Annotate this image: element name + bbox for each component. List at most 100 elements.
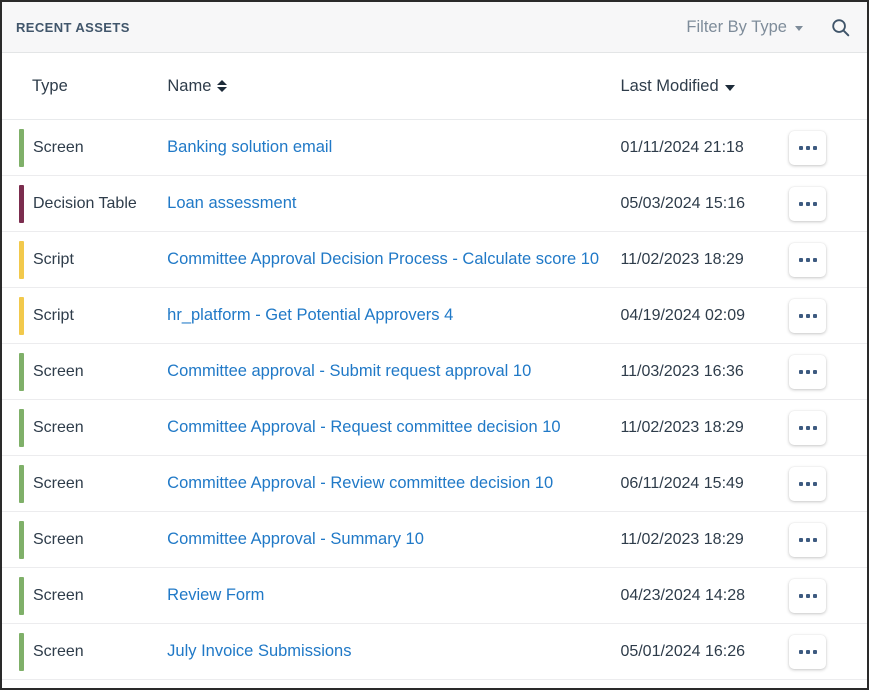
asset-type-color-bar (19, 128, 24, 167)
cell-type: Screen (2, 632, 167, 671)
ellipsis-icon[interactable] (789, 410, 827, 445)
cell-actions (789, 242, 851, 277)
column-header-name[interactable]: Name (167, 77, 620, 96)
table-row[interactable]: Script hr_platform - Get Potential Approv… (2, 288, 867, 344)
recent-assets-card: RECENT ASSETS Filter By Type Type Name L… (0, 0, 869, 690)
asset-type-label: Screen (33, 530, 84, 548)
table-row[interactable]: Screen Review Form 04/23/2024 14:28 (2, 568, 867, 624)
asset-name-link[interactable]: Committee Approval - Summary 10 (167, 530, 424, 548)
cell-last-modified: 11/03/2023 16:36 (620, 362, 744, 380)
asset-type-color-bar (19, 352, 24, 391)
asset-name-link[interactable]: Committee Approval - Review committee de… (167, 474, 553, 492)
ellipsis-icon[interactable] (789, 466, 827, 501)
asset-type-label: Decision Table (33, 194, 137, 212)
asset-type-label: Screen (33, 362, 84, 380)
cell-last-modified: 01/11/2024 21:18 (620, 138, 744, 156)
table-body: Screen Banking solution email 01/11/2024 2… (2, 120, 867, 680)
table-row[interactable]: Screen Committee approval - Submit reques… (2, 344, 867, 400)
column-header-last-modified-label: Last Modified (620, 76, 719, 95)
cell-actions (789, 130, 851, 165)
cell-last-modified: 04/19/2024 02:09 (620, 306, 745, 324)
asset-name-link[interactable]: Committee Approval - Request committee d… (167, 418, 560, 436)
asset-type-label: Screen (33, 138, 84, 156)
cell-last-modified: 11/02/2023 18:29 (620, 418, 744, 436)
asset-type-label: Screen (33, 474, 84, 492)
ellipsis-icon[interactable] (789, 242, 827, 277)
cell-actions (789, 410, 851, 445)
cell-type: Screen (2, 520, 167, 559)
asset-type-color-bar (19, 576, 24, 615)
cell-name: hr_platform - Get Potential Approvers 4 (167, 306, 620, 325)
table-row[interactable]: Screen Committee Approval - Summary 10 11/… (2, 512, 867, 568)
cell-name: Loan assessment (167, 194, 620, 213)
filter-by-type-label: Filter By Type (686, 17, 787, 36)
chevron-down-icon (795, 26, 803, 31)
sort-both-icon (217, 80, 228, 92)
cell-actions (789, 578, 851, 613)
cell-type: Screen (2, 352, 167, 391)
asset-type-label: Screen (33, 642, 84, 660)
asset-type-label: Screen (33, 418, 84, 436)
recent-assets-table: Type Name Last Modified Screen Banking so… (2, 53, 867, 680)
cell-name: Committee approval - Submit request appr… (167, 362, 620, 381)
asset-name-link[interactable]: Committee approval - Submit request appr… (167, 362, 531, 380)
cell-actions (789, 298, 851, 333)
column-header-type-label: Type (32, 76, 68, 95)
cell-name: Committee Approval - Review committee de… (167, 474, 620, 493)
cell-type: Decision Table (2, 184, 167, 223)
asset-name-link[interactable]: Loan assessment (167, 194, 296, 212)
ellipsis-icon[interactable] (789, 298, 827, 333)
cell-name: Banking solution email (167, 138, 620, 157)
cell-type: Script (2, 296, 167, 335)
search-icon[interactable] (829, 16, 851, 38)
cell-type: Screen (2, 128, 167, 167)
cell-actions (789, 522, 851, 557)
table-row[interactable]: Screen Committee Approval - Request commi… (2, 400, 867, 456)
cell-type: Script (2, 240, 167, 279)
cell-last-modified: 11/02/2023 18:29 (620, 250, 744, 268)
sort-descending-icon (724, 85, 735, 91)
cell-last-modified: 05/01/2024 16:26 (620, 642, 745, 660)
cell-name: Committee Approval - Summary 10 (167, 530, 620, 549)
asset-name-link[interactable]: hr_platform - Get Potential Approvers 4 (167, 306, 453, 324)
filter-by-type-dropdown[interactable]: Filter By Type (684, 16, 805, 39)
table-row[interactable]: Screen July Invoice Submissions 05/01/2024… (2, 624, 867, 680)
ellipsis-icon[interactable] (789, 186, 827, 221)
asset-type-label: Screen (33, 586, 84, 604)
asset-type-label: Script (33, 306, 74, 324)
asset-type-color-bar (19, 520, 24, 559)
ellipsis-icon[interactable] (789, 634, 827, 669)
column-header-last-modified[interactable]: Last Modified (621, 77, 790, 96)
asset-type-color-bar (19, 632, 24, 671)
cell-actions (789, 354, 851, 389)
asset-name-link[interactable]: Committee Approval Decision Process - Ca… (167, 250, 599, 268)
asset-name-link[interactable]: Review Form (167, 586, 264, 604)
cell-name: Committee Approval Decision Process - Ca… (167, 250, 620, 269)
ellipsis-icon[interactable] (789, 354, 827, 389)
page-title: RECENT ASSETS (16, 19, 130, 35)
asset-type-color-bar (19, 184, 24, 223)
table-row[interactable]: Screen Banking solution email 01/11/2024 2… (2, 120, 867, 176)
ellipsis-icon[interactable] (789, 578, 827, 613)
asset-type-color-bar (19, 296, 24, 335)
cell-last-modified: 04/23/2024 14:28 (620, 586, 745, 604)
cell-type: Screen (2, 408, 167, 447)
card-header: RECENT ASSETS Filter By Type (2, 2, 867, 53)
asset-name-link[interactable]: Banking solution email (167, 138, 332, 156)
table-header-row: Type Name Last Modified (2, 53, 867, 120)
cell-last-modified: 05/03/2024 15:16 (620, 194, 745, 212)
ellipsis-icon[interactable] (789, 130, 827, 165)
table-row[interactable]: Screen Committee Approval - Review commit… (2, 456, 867, 512)
column-header-name-label: Name (167, 76, 212, 95)
ellipsis-icon[interactable] (789, 522, 827, 557)
asset-type-color-bar (19, 240, 24, 279)
asset-name-link[interactable]: July Invoice Submissions (167, 642, 351, 660)
column-header-type: Type (2, 77, 167, 96)
table-row[interactable]: Script Committee Approval Decision Proces… (2, 232, 867, 288)
cell-last-modified: 11/02/2023 18:29 (620, 530, 744, 548)
cell-type: Screen (2, 576, 167, 615)
table-row[interactable]: Decision Table Loan assessment 05/03/2024 … (2, 176, 867, 232)
cell-actions (789, 186, 851, 221)
asset-type-color-bar (19, 464, 24, 503)
asset-type-color-bar (19, 408, 24, 447)
